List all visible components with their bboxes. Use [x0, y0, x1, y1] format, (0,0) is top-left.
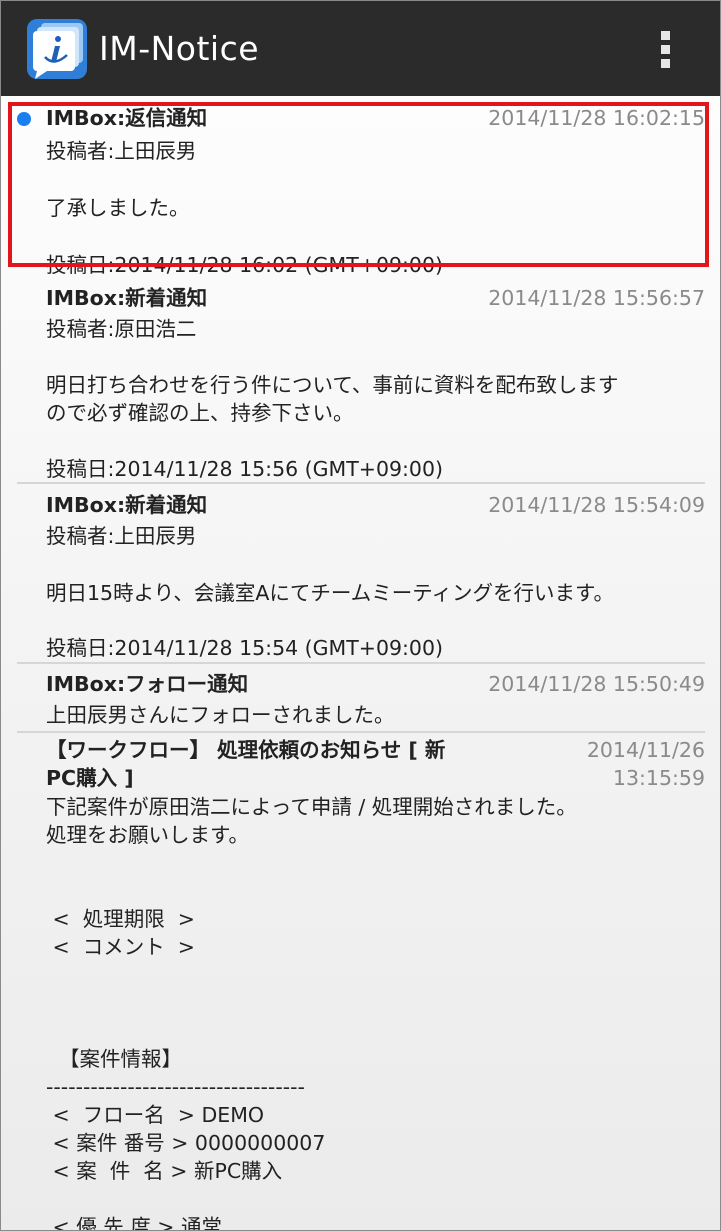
overflow-menu-icon[interactable] [649, 25, 683, 75]
notification-item[interactable]: IMBox:新着通知 2014/11/28 15:56:57 投稿者:原田浩二 … [17, 281, 705, 484]
body-line: ----------------------------------- [46, 1075, 305, 1099]
notification-date: 2014/11/28 16:02:15 [488, 106, 705, 130]
body-line: 処理をお願いします。 [46, 823, 249, 847]
notification-posted-date: 投稿日:2014/11/28 15:54 (GMT+09:00) [46, 636, 444, 660]
notification-date: 2014/11/28 15:56:57 [488, 286, 705, 310]
notification-time: 13:15:59 [612, 766, 705, 790]
divider [17, 482, 705, 484]
body-line: < フロー名 > DEMO [46, 1103, 265, 1127]
notification-message: 上田辰男さんにフォローされました。 [46, 703, 395, 727]
notification-date: 2014/11/28 15:54:09 [488, 493, 705, 517]
unread-indicator-icon [17, 112, 31, 126]
menu-dot [661, 45, 670, 54]
body-line: < 優 先 度 > 通常 [46, 1215, 222, 1231]
body-line: ​ [46, 989, 696, 1017]
notification-date: 2014/11/28 15:50:49 [488, 672, 705, 696]
notification-posted-date: 投稿日:2014/11/28 15:56 (GMT+09:00) [46, 457, 444, 481]
body-line: < コメント > [46, 935, 195, 959]
notification-message-line: ので必ず確認の上、持参下さい。 [46, 401, 354, 425]
notification-list[interactable]: IMBox:返信通知 2014/11/28 16:02:15 投稿者:上田辰男 … [1, 96, 720, 1230]
body-line: ​ [46, 877, 696, 905]
body-line: < 案 件 名 > 新PC購入 [46, 1159, 283, 1183]
menu-dot [661, 31, 670, 40]
notification-author: 投稿者:上田辰男 [46, 139, 197, 163]
body-line: ​ [46, 961, 696, 989]
notification-item[interactable]: 【ワークフロー】 処理依頼のお知らせ [ 新 PC購入 ] 2014/11/26… [17, 733, 705, 1231]
menu-dot [661, 59, 670, 68]
screen: IM-Notice IMBox:返信通知 2014/11/28 16:02:15… [0, 0, 721, 1231]
action-bar: IM-Notice [1, 1, 720, 96]
body-line: ​ [46, 849, 696, 877]
notification-body: 下記案件が原田浩二によって申請 / 処理開始されました。処理をお願いします。​​… [46, 793, 696, 1231]
body-line: ​ [46, 1185, 696, 1213]
body-line: ​ [46, 1017, 696, 1045]
im-notice-app-icon[interactable] [25, 17, 89, 81]
body-line: 下記案件が原田浩二によって申請 / 処理開始されました。 [46, 795, 577, 819]
body-line: 【案件情報】 [46, 1047, 183, 1071]
notification-author: 投稿者:原田浩二 [46, 317, 197, 341]
notification-posted-date: 投稿日:2014/11/28 16:02 (GMT+09:00) [46, 253, 444, 277]
app-title: IM-Notice [99, 29, 260, 68]
notification-message: 了承しました。 [46, 196, 190, 220]
divider [17, 662, 705, 664]
notification-author: 投稿者:上田辰男 [46, 524, 197, 548]
notification-item[interactable]: IMBox:返信通知 2014/11/28 16:02:15 投稿者:上田辰男 … [17, 101, 705, 277]
body-line: < 処理期限 > [46, 907, 195, 931]
notification-item[interactable]: IMBox:フォロー通知 2014/11/28 15:50:49 上田辰男さんに… [17, 667, 705, 733]
notification-item[interactable]: IMBox:新着通知 2014/11/28 15:54:09 投稿者:上田辰男 … [17, 488, 705, 664]
body-line: < 案件 番号 > 0000000007 [46, 1131, 326, 1155]
notification-message: 明日15時より、会議室Aにてチームミーティングを行います。 [46, 581, 614, 605]
